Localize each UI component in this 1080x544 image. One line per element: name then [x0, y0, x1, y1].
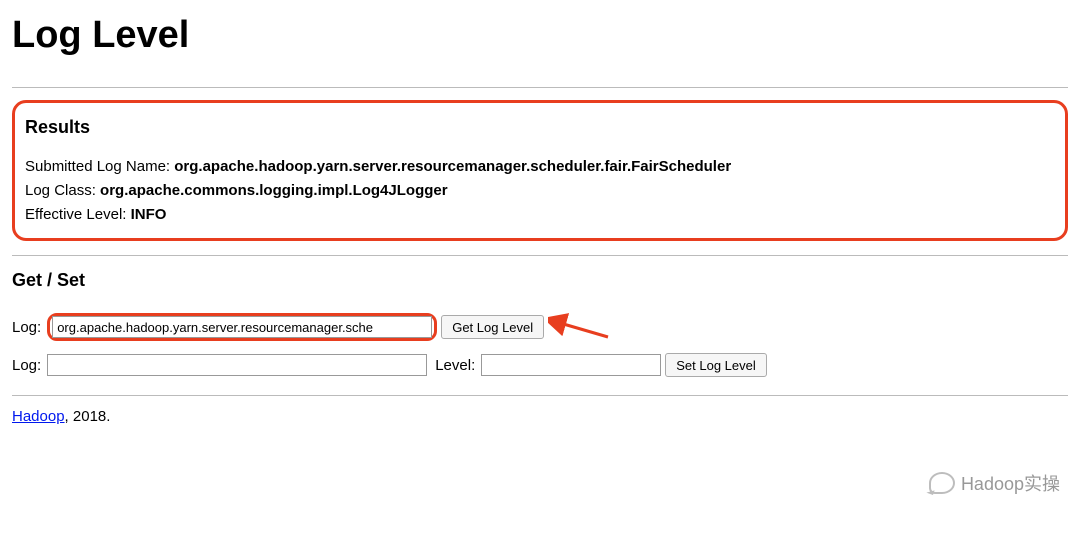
- log-class-label: Log Class:: [25, 182, 100, 199]
- watermark: Hadoop实操: [929, 470, 1060, 496]
- divider: [12, 395, 1068, 396]
- results-heading: Results: [25, 117, 1055, 138]
- log-class-value: org.apache.commons.logging.impl.Log4JLog…: [100, 182, 448, 199]
- arrow-annotation: [548, 313, 608, 341]
- chat-bubble-icon: [929, 472, 955, 494]
- get-log-input[interactable]: [52, 316, 432, 338]
- getset-heading: Get / Set: [12, 270, 1068, 291]
- hadoop-link[interactable]: Hadoop: [12, 408, 65, 425]
- footer: Hadoop, 2018.: [12, 408, 1068, 425]
- level-label: Level:: [435, 357, 475, 374]
- submitted-log-label: Submitted Log Name:: [25, 158, 174, 175]
- footer-text: , 2018.: [65, 408, 111, 425]
- level-input[interactable]: [481, 354, 661, 376]
- watermark-text: Hadoop实操: [961, 470, 1060, 496]
- get-log-level-button[interactable]: Get Log Level: [441, 315, 544, 339]
- set-log-level-button[interactable]: Set Log Level: [665, 353, 767, 377]
- effective-level-value: INFO: [131, 206, 167, 223]
- set-log-label: Log:: [12, 357, 41, 374]
- submitted-log-value: org.apache.hadoop.yarn.server.resourcema…: [174, 158, 731, 175]
- get-log-label: Log:: [12, 319, 41, 336]
- log-class-line: Log Class: org.apache.commons.logging.im…: [25, 180, 1055, 201]
- effective-level-line: Effective Level: INFO: [25, 204, 1055, 225]
- divider: [12, 87, 1068, 88]
- set-log-input[interactable]: [47, 354, 427, 376]
- results-highlight-box: Results Submitted Log Name: org.apache.h…: [12, 100, 1068, 241]
- set-row: Log: Level: Set Log Level: [12, 353, 1068, 377]
- divider: [12, 255, 1068, 256]
- get-row: Log: Get Log Level: [12, 313, 1068, 341]
- get-log-highlight-box: [47, 313, 437, 341]
- submitted-log-line: Submitted Log Name: org.apache.hadoop.ya…: [25, 156, 1055, 177]
- effective-level-label: Effective Level:: [25, 206, 131, 223]
- page-title: Log Level: [12, 14, 1068, 57]
